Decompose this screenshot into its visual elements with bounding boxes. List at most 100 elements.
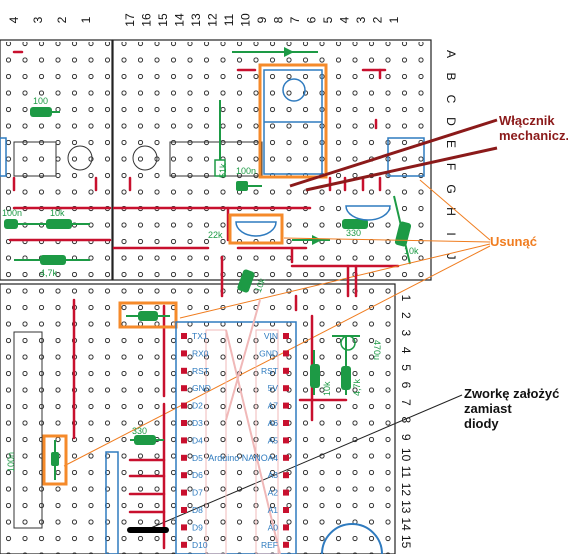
nano-pin-dot (283, 524, 289, 531)
resistor-47k-bottom (341, 366, 351, 390)
column-label: 6 (305, 16, 319, 23)
label-10k-bot: 10k (322, 381, 332, 396)
arduino-nano-title: Arduino NANO (208, 453, 268, 463)
nano-pin-label-right: VIN (264, 331, 278, 341)
row-number-label: 10 (399, 448, 413, 462)
row-number-label: 4 (399, 347, 413, 354)
column-labels: 4 3 2 1 17 16 15 14 13 12 11 10 9 8 7 6 5 4 3 2 1 (7, 13, 401, 27)
nano-pin-label-left: D6 (192, 470, 203, 480)
nano-pin-label-right: A3 (268, 470, 279, 480)
resistor-100n-left (4, 219, 18, 229)
nano-pin-dot (283, 420, 289, 426)
nano-pin-label-right: A1 (268, 505, 279, 515)
row-letter-label: G (444, 184, 458, 193)
column-label: 9 (255, 16, 269, 23)
nano-pin-label-left: GND (192, 383, 211, 393)
column-label: 10 (239, 13, 253, 27)
row-letter-label: I (444, 232, 458, 235)
label-47k-left: 4,7k (40, 268, 58, 278)
nano-pin-label-right: 5V (268, 383, 279, 393)
row-number-label: 3 (399, 329, 413, 336)
nano-pin-dot (283, 350, 289, 357)
label-51k: 51k (218, 163, 228, 178)
nano-pin-label-left: D7 (192, 488, 203, 498)
resistor-330-low (134, 435, 156, 445)
label-330-low: 330 (132, 426, 147, 436)
nano-pin-label-right: GND (259, 348, 278, 358)
nano-pin-dot (283, 541, 289, 548)
stripboard-diagram: 4 3 2 1 17 16 15 14 13 12 11 10 9 8 7 6 5 4 3 2 1 ABCDEFGHIJ… (0, 13, 498, 554)
column-label: 3 (31, 16, 45, 23)
nano-pin-label-left: D2 (192, 401, 203, 411)
nano-pin-dot (283, 333, 289, 339)
nano-pin-label-left: RX0 (192, 348, 209, 358)
column-label: 5 (321, 16, 335, 23)
nano-pin-dot (283, 385, 289, 392)
nano-pin-dot (283, 402, 289, 409)
nano-pin-label-right: A4 (268, 453, 279, 463)
row-letter-label: E (444, 140, 458, 148)
row-number-label: 5 (399, 364, 413, 371)
row-number-labels: 123456789101112131415 (399, 295, 413, 549)
label-10k-left: 10k (50, 208, 65, 218)
nano-pin-dot (283, 454, 289, 461)
nano-pin-dot (181, 350, 187, 357)
row-number-label: 9 (399, 434, 413, 441)
row-number-label: 12 (399, 483, 413, 497)
column-label: 13 (189, 13, 203, 27)
nano-pin-dot (283, 367, 289, 374)
nano-pin-label-right: A7 (268, 401, 279, 411)
row-letter-label: F (444, 163, 458, 170)
nano-pin-dot (283, 472, 289, 479)
resistor-100-left (30, 107, 52, 117)
row-number-label: 15 (399, 535, 413, 549)
column-label: 2 (371, 16, 385, 23)
nano-pin-dot (181, 507, 187, 513)
row-number-label: 7 (399, 399, 413, 406)
nano-pin-label-left: TX1 (192, 331, 208, 341)
nano-pin-label-right: A0 (268, 522, 279, 532)
annotation-jumper: Zworkę założyć zamiast diody (464, 386, 560, 431)
nano-pin-dot (283, 489, 289, 496)
row-number-label: 2 (399, 312, 413, 319)
row-number-label: 11 (399, 466, 413, 479)
resistor-small-mid (138, 311, 158, 321)
label-22k: 22k (208, 230, 223, 240)
row-letter-label: A (444, 50, 458, 58)
nano-pin-label-left: D10 (192, 540, 208, 550)
row-number-label: 13 (399, 500, 413, 514)
column-label: 14 (173, 13, 187, 27)
row-number-label: 6 (399, 382, 413, 389)
row-number-label: 1 (399, 295, 413, 302)
nano-pin-label-left: D3 (192, 418, 203, 428)
nano-pin-label-left: D8 (192, 505, 203, 515)
nano-pin-dot (181, 333, 187, 339)
row-letter-label: C (444, 95, 458, 104)
column-label: 12 (206, 13, 220, 27)
column-label: 16 (140, 13, 154, 27)
nano-pin-label-right: A2 (268, 488, 279, 498)
resistor-10k-left (46, 219, 72, 229)
nano-pin-dot (283, 437, 289, 444)
nano-pin-label-left: D4 (192, 435, 203, 445)
column-label: 1 (387, 16, 401, 23)
nano-pin-dot (181, 489, 187, 496)
row-letter-labels: ABCDEFGHIJ (444, 50, 458, 260)
nano-pin-dot (181, 420, 187, 426)
column-label: 7 (288, 16, 302, 23)
label-10k-right: 10k (404, 246, 419, 256)
label-100n-top: 100n (236, 166, 256, 176)
annotation-remove: Usunąć (490, 234, 537, 249)
capacitor-100n-top (236, 181, 248, 191)
nano-pin-label-left: D5 (192, 453, 203, 463)
column-label: 17 (123, 13, 137, 27)
column-label: 1 (79, 16, 93, 23)
nano-pin-label-left: D9 (192, 522, 203, 532)
capacitor-100n-bottom (51, 452, 59, 466)
nano-pin-dot (181, 454, 187, 461)
nano-pin-label-right: RST (261, 366, 278, 376)
nano-pin-label-right: A5 (268, 435, 279, 445)
annotation-switch: Włącznik mechanicz. (499, 113, 568, 143)
label-100n-low: 100n (6, 452, 16, 472)
label-470u: 470u (372, 340, 382, 360)
